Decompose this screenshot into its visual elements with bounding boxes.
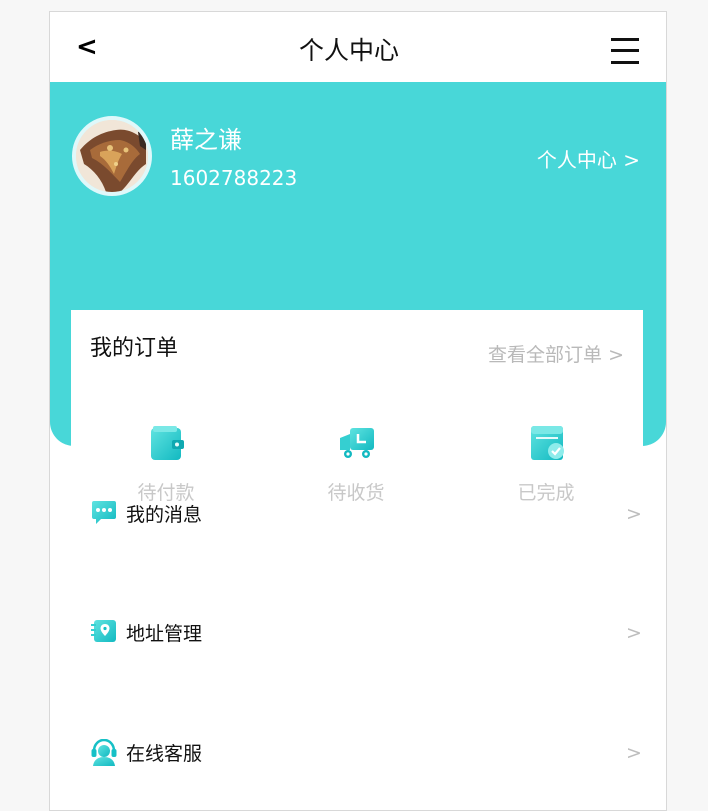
avatar[interactable] xyxy=(72,116,152,196)
chevron-right-icon: > xyxy=(626,742,642,764)
menu-row-label: 在线客服 xyxy=(126,743,203,765)
box-check-icon xyxy=(531,426,564,460)
profile-banner: 薛之谦 1602788223 个人中心 > 我的订单 查看全部订单 > 待付款 xyxy=(50,82,666,516)
menu-row-messages[interactable]: 我的消息 > xyxy=(50,486,666,546)
user-phone: 1602788223 xyxy=(170,166,298,190)
chevron-right-icon: > xyxy=(626,503,642,525)
menu-row-label: 地址管理 xyxy=(126,623,203,645)
profile-center-link[interactable]: 个人中心 > xyxy=(520,146,640,174)
chat-bubble-icon xyxy=(92,501,116,524)
hamburger-menu-icon[interactable] xyxy=(611,38,639,64)
address-book-icon xyxy=(91,620,116,642)
menu-row-customer-service[interactable]: 在线客服 > xyxy=(50,725,666,785)
truck-icon xyxy=(340,428,374,458)
headset-icon xyxy=(91,739,117,766)
user-name: 薛之谦 xyxy=(170,126,242,154)
top-bar: < 个人中心 xyxy=(50,12,666,82)
phone-screen: < 个人中心 薛之谦 1602788223 个人中心 > 我的订单 查看全部订单… xyxy=(49,11,667,811)
chevron-right-icon: > xyxy=(626,622,642,644)
page-title: 个人中心 xyxy=(298,36,399,65)
orders-title: 我的订单 xyxy=(90,336,179,361)
menu-row-address[interactable]: 地址管理 > xyxy=(50,605,666,665)
menu-row-label: 我的消息 xyxy=(126,504,203,526)
view-all-orders-link[interactable]: 查看全部订单 > xyxy=(451,342,624,368)
wallet-icon xyxy=(151,426,184,460)
